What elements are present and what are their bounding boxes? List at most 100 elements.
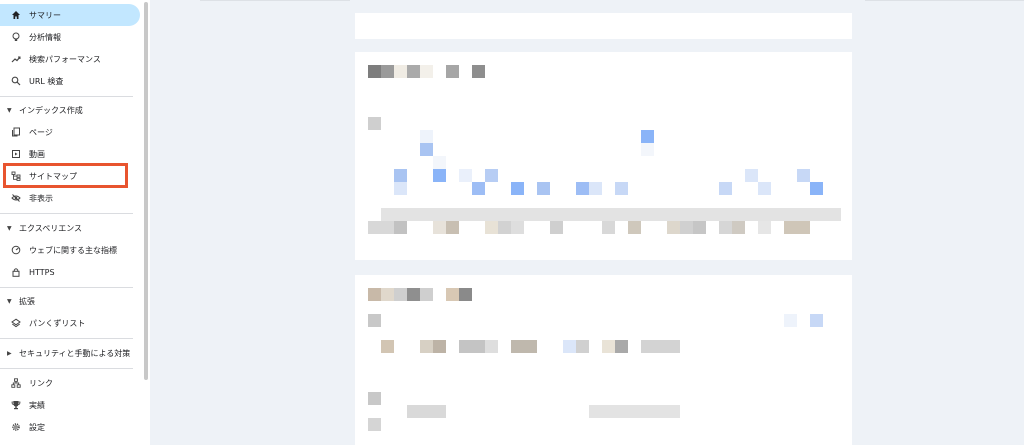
redacted-block <box>511 340 537 353</box>
sidebar-item-achievements[interactable]: 実績 <box>0 394 140 416</box>
redacted-block <box>589 405 680 418</box>
redacted-block <box>732 221 745 234</box>
section-label: インデックス作成 <box>19 105 83 115</box>
redacted-block <box>394 169 407 182</box>
lightbulb-icon <box>10 31 22 43</box>
sidebar-item-label: 実績 <box>29 400 45 410</box>
redacted-block <box>446 65 459 78</box>
redacted-block <box>667 221 680 234</box>
sitemap-highlight-annotation <box>3 163 128 188</box>
redacted-block <box>485 340 498 353</box>
sidebar-item-label: 動画 <box>29 149 45 159</box>
sidebar-item-pages[interactable]: ページ <box>0 121 140 143</box>
redacted-block <box>758 221 771 234</box>
redacted-block <box>810 182 823 195</box>
top-border <box>200 0 350 1</box>
redacted-block <box>719 221 732 234</box>
section-enhancements[interactable]: ▼ 拡張 <box>0 290 140 312</box>
redacted-block <box>615 182 628 195</box>
section-label: エクスペリエンス <box>19 223 83 233</box>
sidebar-item-label: リンク <box>29 378 53 388</box>
section-label: セキュリティと手動による対策 <box>19 348 131 358</box>
caret-down-icon: ▼ <box>7 106 12 114</box>
trending-up-icon <box>10 53 22 65</box>
sidebar-item-performance[interactable]: 検索パフォーマンス <box>0 48 140 70</box>
divider <box>0 96 133 97</box>
divider <box>0 338 133 339</box>
redacted-block <box>693 221 706 234</box>
video-icon <box>10 148 22 160</box>
sidebar-item-label: サマリー <box>29 10 61 20</box>
links-icon <box>10 377 22 389</box>
redacted-block <box>420 143 433 156</box>
redacted-block <box>368 314 381 327</box>
layers-icon <box>10 317 22 329</box>
content-card-1 <box>355 52 852 260</box>
redacted-block <box>433 156 446 169</box>
redacted-block <box>368 288 381 301</box>
sidebar-item-label: 設定 <box>29 422 45 432</box>
redacted-block <box>615 340 628 353</box>
sidebar-item-removals[interactable]: 非表示 <box>0 187 140 209</box>
sidebar-item-insights[interactable]: 分析情報 <box>0 26 140 48</box>
search-icon <box>10 75 22 87</box>
redacted-block <box>394 288 407 301</box>
redacted-block <box>381 65 394 78</box>
section-security[interactable]: ▶ セキュリティと手動による対策 <box>0 342 140 364</box>
redacted-block <box>784 221 810 234</box>
redacted-block <box>745 169 758 182</box>
sidebar: サマリー 分析情報 検索パフォーマンス URL 検査 ▼ インデックス作成 ペー… <box>0 0 150 445</box>
divider <box>0 213 133 214</box>
sidebar-item-core-web-vitals[interactable]: ウェブに関する主な指標 <box>0 239 140 261</box>
sidebar-scrollbar[interactable] <box>144 2 148 380</box>
redacted-block <box>420 130 433 143</box>
redacted-block <box>602 221 615 234</box>
sidebar-item-summary[interactable]: サマリー <box>0 4 140 26</box>
redacted-block <box>810 314 823 327</box>
eye-off-icon <box>10 192 22 204</box>
redacted-block <box>472 182 485 195</box>
top-border <box>865 0 1024 1</box>
sidebar-item-label: URL 検査 <box>29 76 64 86</box>
redacted-block <box>433 221 446 234</box>
redacted-block <box>407 405 446 418</box>
caret-right-icon: ▶ <box>7 349 12 357</box>
redacted-block <box>368 418 381 431</box>
pages-icon <box>10 126 22 138</box>
section-indexing[interactable]: ▼ インデックス作成 <box>0 99 140 121</box>
redacted-block <box>459 288 472 301</box>
redacted-block <box>433 340 446 353</box>
section-experience[interactable]: ▼ エクスペリエンス <box>0 217 140 239</box>
sidebar-item-label: 検索パフォーマンス <box>29 54 101 64</box>
sidebar-item-links[interactable]: リンク <box>0 372 140 394</box>
content-card-2 <box>355 275 852 445</box>
redacted-block <box>719 182 732 195</box>
sidebar-item-label: ページ <box>29 127 53 137</box>
divider <box>0 287 133 288</box>
redacted-block <box>446 288 459 301</box>
redacted-block <box>498 221 511 234</box>
redacted-block <box>576 340 589 353</box>
redacted-block <box>485 221 498 234</box>
sidebar-item-video[interactable]: 動画 <box>0 143 140 165</box>
redacted-block <box>407 288 420 301</box>
redacted-block <box>381 288 394 301</box>
redacted-block <box>446 221 459 234</box>
redacted-block <box>368 117 381 130</box>
gauge-icon <box>10 244 22 256</box>
redacted-block <box>420 340 433 353</box>
sidebar-item-settings[interactable]: 設定 <box>0 416 140 438</box>
redacted-block <box>368 392 381 405</box>
gear-icon <box>10 421 22 433</box>
home-icon <box>10 9 22 21</box>
divider <box>0 368 133 369</box>
redacted-block <box>459 169 472 182</box>
redacted-block <box>381 340 394 353</box>
redacted-block <box>420 288 433 301</box>
redacted-block <box>537 182 550 195</box>
sidebar-item-https[interactable]: HTTPS <box>0 261 140 283</box>
redacted-block <box>511 221 524 234</box>
sidebar-item-breadcrumbs[interactable]: パンくずリスト <box>0 312 140 334</box>
redacted-block <box>420 65 433 78</box>
sidebar-item-url-inspection[interactable]: URL 検査 <box>0 70 140 92</box>
